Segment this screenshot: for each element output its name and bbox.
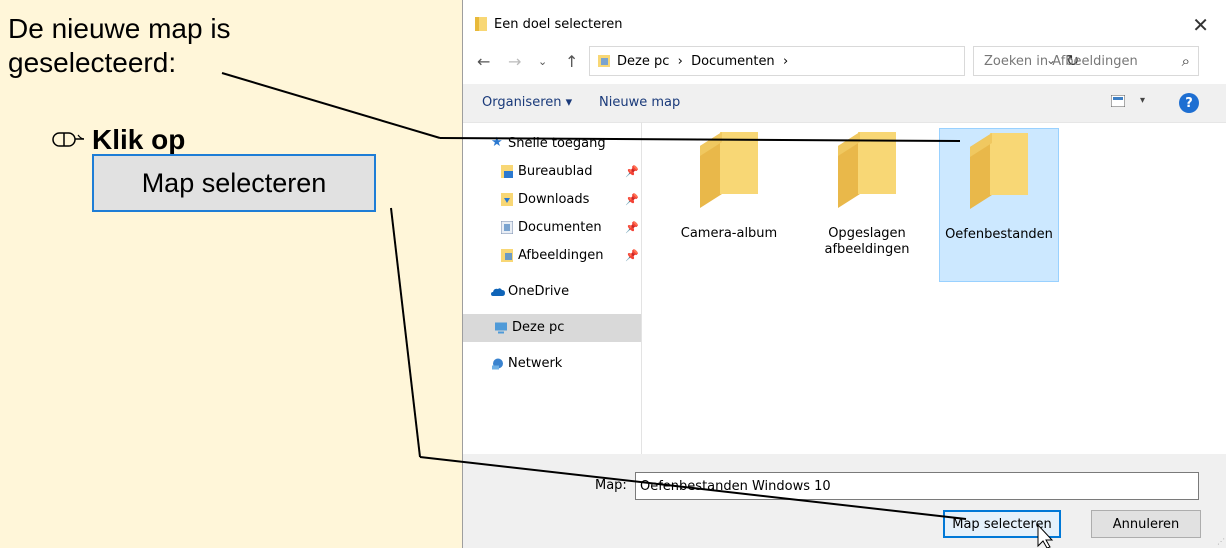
folder-label: Opgeslagen afbeeldingen: [824, 226, 910, 257]
documents-icon: [501, 221, 513, 234]
downloads-icon: [501, 193, 513, 206]
folder-item-selected[interactable]: Oefenbestanden: [939, 128, 1059, 282]
up-icon[interactable]: ↑: [565, 52, 578, 71]
map-label: Map:: [595, 478, 627, 493]
click-instruction: Klik op: [92, 124, 186, 155]
instruction-line-1: De nieuwe map is: [8, 13, 231, 44]
select-target-dialog: Een doel selecteren ✕ ← → ⌄ ↑ Deze pc › …: [462, 0, 1226, 548]
instruction-line-2: geselecteerd:: [8, 47, 177, 78]
folder-label: Oefenbestanden: [945, 227, 1053, 242]
cloud-icon: [491, 288, 505, 296]
toolbar: Organiseren ▾ Nieuwe map ▾ ?: [463, 84, 1226, 123]
instruction-panel: De nieuwe map is geselecteerd: Klik op M…: [0, 0, 462, 548]
help-icon[interactable]: ?: [1179, 93, 1199, 113]
title-bar: Een doel selecteren ✕: [463, 0, 1226, 40]
folder-icon: [475, 17, 487, 31]
view-dropdown-icon[interactable]: ▾: [1140, 95, 1145, 106]
folder-name-field[interactable]: Oefenbestanden Windows 10: [635, 472, 1199, 500]
documents-icon: [598, 55, 610, 67]
pictures-icon: [501, 249, 513, 262]
dialog-title: Een doel selecteren: [494, 17, 623, 32]
mouse-icon: [52, 132, 85, 147]
folder-name-value: Oefenbestanden Windows 10: [640, 479, 831, 494]
select-folder-button[interactable]: Map selecteren: [943, 510, 1061, 538]
search-box[interactable]: Zoeken in Afbeeldingen ⌕: [973, 46, 1199, 76]
dialog-footer: Map: Oefenbestanden Windows 10 Map selec…: [463, 454, 1226, 548]
recent-dropdown-icon[interactable]: ⌄: [538, 55, 547, 68]
folder-icon: [970, 133, 1028, 209]
resize-grip-icon[interactable]: ⋰: [1217, 537, 1225, 546]
folder-label: Camera-album: [680, 226, 778, 241]
folder-item[interactable]: Camera-album: [671, 132, 787, 282]
pin-icon: 📌: [625, 249, 639, 262]
address-bar[interactable]: Deze pc › Documenten › ⌄ ↻: [589, 46, 1079, 76]
forward-icon[interactable]: →: [508, 52, 521, 71]
navigation-bar: ← → ⌄ ↑ Deze pc › Documenten › ⌄ ↻ Zoeke…: [463, 44, 1226, 80]
star-icon: ★: [491, 135, 503, 150]
pin-icon: 📌: [625, 165, 639, 178]
pin-icon: 📌: [625, 221, 639, 234]
desktop-icon: [501, 165, 513, 178]
illustration-label: Map selecteren: [141, 167, 327, 198]
pin-icon: 📌: [625, 193, 639, 206]
folder-item[interactable]: Opgeslagen afbeeldingen: [809, 132, 925, 282]
new-folder-button[interactable]: Nieuwe map: [599, 95, 680, 110]
computer-icon: [495, 322, 507, 334]
cancel-button[interactable]: Annuleren: [1091, 510, 1201, 538]
navigation-pane: ★ Snelle toegang Bureaublad 📌 Downloads …: [463, 122, 642, 454]
organize-menu[interactable]: Organiseren ▾: [482, 95, 572, 110]
instruction-text: De nieuwe map is geselecteerd:: [8, 12, 231, 80]
folder-icon: [700, 132, 758, 208]
map-selecteren-illustration: Map selecteren: [92, 154, 376, 212]
file-list: Camera-album Opgeslagen afbeeldingen Oef…: [643, 122, 1226, 454]
search-icon: ⌕: [1181, 52, 1190, 70]
address-path: Deze pc › Documenten ›: [617, 54, 789, 69]
network-icon: [492, 358, 503, 370]
back-icon[interactable]: ←: [477, 52, 490, 71]
search-placeholder: Zoeken in Afbeeldingen: [984, 54, 1138, 69]
view-options-icon[interactable]: [1111, 95, 1125, 107]
folder-icon: [838, 132, 896, 208]
close-icon[interactable]: ✕: [1192, 13, 1209, 37]
